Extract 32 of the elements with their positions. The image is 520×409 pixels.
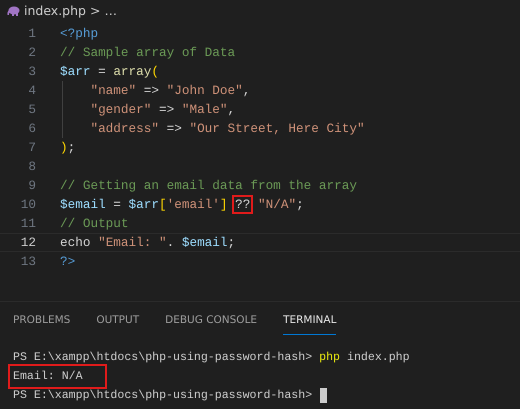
code-line: $email = $arr['email'] ?? "N/A"; — [60, 194, 304, 214]
line-number: 10 — [20, 196, 36, 214]
code-line: // Sample array of Data — [60, 44, 236, 62]
terminal-line: PS E:\xampp\htdocs\php-using-password-hash> — [13, 388, 312, 404]
line-number: 6 — [27, 120, 36, 138]
panel-tab[interactable]: DEBUG CONSOLE — [165, 307, 258, 335]
code-line: ?> — [60, 252, 76, 271]
breadcrumb-separator: > — [90, 2, 100, 20]
breadcrumb-item[interactable]: index.php — [24, 2, 86, 20]
line-number: 7 — [27, 138, 36, 157]
code-line: <?php — [60, 24, 98, 43]
panel-tab[interactable]: TERMINAL — [283, 307, 336, 335]
line-number: 13 — [20, 252, 36, 271]
code-line: $arr = array( — [60, 62, 160, 81]
line-number: 1 — [27, 24, 36, 43]
line-number: 3 — [27, 62, 36, 81]
panel-tab[interactable]: PROBLEMS — [13, 307, 70, 335]
elephant-icon — [6, 6, 20, 16]
line-number: 12 — [20, 234, 36, 252]
code-line: ); — [60, 138, 76, 157]
line-number: 11 — [20, 214, 36, 233]
line-number: 8 — [27, 158, 36, 176]
code-line: // Getting an email data from the array — [60, 176, 357, 195]
terminal-line: PS E:\xampp\htdocs\php-using-password-hash> php index.php — [13, 350, 410, 366]
breadcrumb-item[interactable]: … — [104, 2, 117, 20]
code-line: echo "Email: ". $email; — [60, 234, 236, 252]
code-line: // Output — [60, 214, 129, 233]
line-number: 2 — [27, 44, 36, 62]
line-number: 5 — [27, 100, 36, 119]
line-number: 9 — [27, 176, 36, 195]
line-number: 4 — [27, 82, 36, 100]
panel-tab[interactable]: OUTPUT — [96, 307, 140, 335]
